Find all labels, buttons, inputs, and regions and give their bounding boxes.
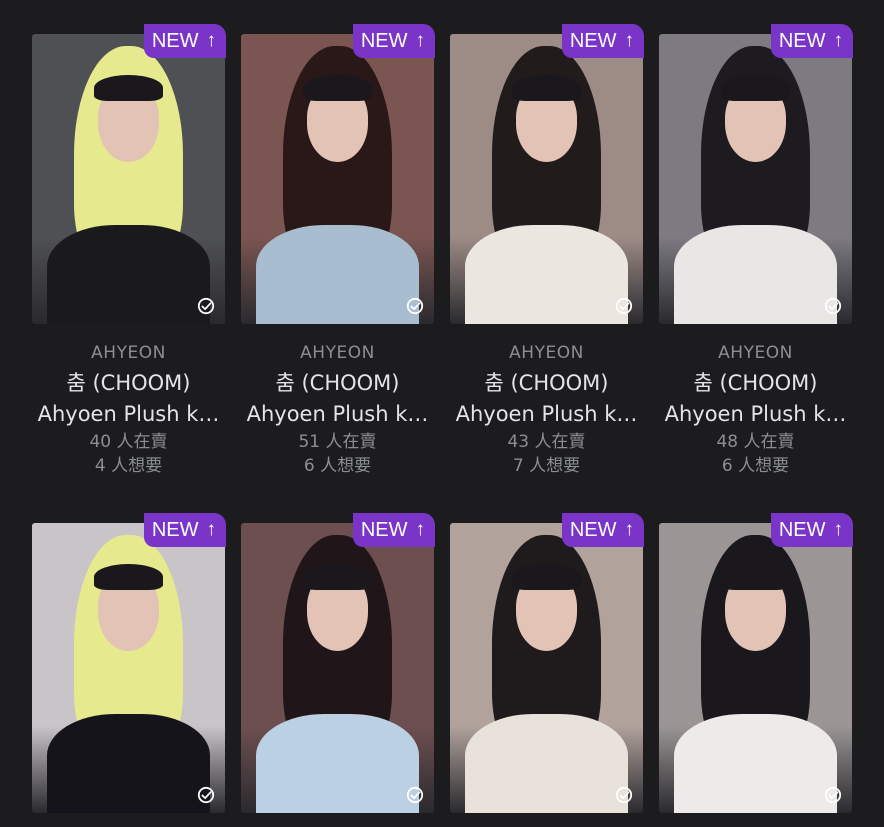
photo-bangs xyxy=(511,74,582,101)
card-meta: AHYEON 춤 (CHOOM) Ahyoen Plush k… 40 人在賣 … xyxy=(26,342,231,478)
photocard-image[interactable] xyxy=(659,34,852,324)
new-badge-label: NEW xyxy=(151,30,199,52)
artist-name: AHYEON xyxy=(718,343,793,363)
check-circle-icon[interactable] xyxy=(824,297,842,315)
check-circle-icon[interactable] xyxy=(197,297,215,315)
new-badge-label: NEW xyxy=(151,519,199,541)
photocard-image[interactable] xyxy=(32,523,225,813)
new-badge: NEW ↑ xyxy=(352,513,435,547)
wanting-count: 7 人想要 xyxy=(512,456,581,476)
artist-name: AHYEON xyxy=(300,343,375,363)
new-badge: NEW ↑ xyxy=(770,24,853,58)
album-name: 춤 (CHOOM) xyxy=(484,371,609,395)
photocard-image[interactable] xyxy=(659,523,852,813)
artist-name: AHYEON xyxy=(91,343,166,363)
check-circle-icon[interactable] xyxy=(615,297,633,315)
wanting-count: 6 人想要 xyxy=(303,456,372,476)
selling-count: 48 人在賣 xyxy=(716,432,795,452)
card-meta: AHYEON 춤 (CHOOM) Ahyoen Plush k… 48 人在賣 … xyxy=(653,342,858,478)
new-badge-label: NEW xyxy=(778,30,826,52)
card-title: Ahyoen Plush k… xyxy=(246,402,429,426)
album-name: 춤 (CHOOM) xyxy=(66,371,191,395)
wanting-count: 6 人想要 xyxy=(721,456,790,476)
new-badge: NEW ↑ xyxy=(143,513,226,547)
arrow-up-icon: ↑ xyxy=(833,30,844,51)
photo-bangs xyxy=(93,74,164,101)
photo-bangs xyxy=(302,563,373,590)
photo-outfit xyxy=(256,714,419,813)
new-badge-label: NEW xyxy=(360,30,408,52)
arrow-up-icon: ↑ xyxy=(206,30,217,51)
artist-name: AHYEON xyxy=(509,343,584,363)
arrow-up-icon: ↑ xyxy=(833,519,844,540)
arrow-up-icon: ↑ xyxy=(415,30,426,51)
photo-bangs xyxy=(720,563,791,590)
selling-count: 40 人在賣 xyxy=(89,432,168,452)
card-title: Ahyoen Plush k… xyxy=(455,402,638,426)
new-badge-label: NEW xyxy=(569,519,617,541)
photo-outfit xyxy=(465,225,628,324)
photo-outfit xyxy=(47,225,210,324)
photo-outfit xyxy=(47,714,210,813)
new-badge: NEW ↑ xyxy=(143,24,226,58)
photo-bangs xyxy=(720,74,791,101)
card-title: Ahyoen Plush k… xyxy=(664,402,847,426)
photocard-image[interactable] xyxy=(450,523,643,813)
photocard-image[interactable] xyxy=(241,523,434,813)
new-badge-label: NEW xyxy=(569,30,617,52)
wanting-count: 4 人想要 xyxy=(94,456,163,476)
new-badge: NEW ↑ xyxy=(352,24,435,58)
photo-bangs xyxy=(93,563,164,590)
new-badge: NEW ↑ xyxy=(561,513,644,547)
photocard-image[interactable] xyxy=(450,34,643,324)
check-circle-icon[interactable] xyxy=(615,786,633,804)
selling-count: 51 人在賣 xyxy=(298,432,377,452)
arrow-up-icon: ↑ xyxy=(415,519,426,540)
arrow-up-icon: ↑ xyxy=(624,519,635,540)
photocard-grid: NEW ↑ AHYEON 춤 (CHOOM) Ahyoen Plush k… 40… xyxy=(0,0,884,827)
new-badge: NEW ↑ xyxy=(561,24,644,58)
photo-outfit xyxy=(465,714,628,813)
card-meta: AHYEON 춤 (CHOOM) Ahyoen Plush k… 51 人在賣 … xyxy=(235,342,440,478)
card-meta: AHYEON 춤 (CHOOM) Ahyoen Plush k… 43 人在賣 … xyxy=(444,342,649,478)
new-badge-label: NEW xyxy=(360,519,408,541)
check-circle-icon[interactable] xyxy=(406,786,424,804)
check-circle-icon[interactable] xyxy=(197,786,215,804)
check-circle-icon[interactable] xyxy=(824,786,842,804)
check-circle-icon[interactable] xyxy=(406,297,424,315)
new-badge-label: NEW xyxy=(778,519,826,541)
photocard-image[interactable] xyxy=(241,34,434,324)
album-name: 춤 (CHOOM) xyxy=(275,371,400,395)
new-badge: NEW ↑ xyxy=(770,513,853,547)
card-title: Ahyoen Plush k… xyxy=(37,402,220,426)
photo-bangs xyxy=(302,74,373,101)
photo-outfit xyxy=(256,225,419,324)
selling-count: 43 人在賣 xyxy=(507,432,586,452)
photo-outfit xyxy=(674,225,837,324)
arrow-up-icon: ↑ xyxy=(206,519,217,540)
album-name: 춤 (CHOOM) xyxy=(693,371,818,395)
arrow-up-icon: ↑ xyxy=(624,30,635,51)
photo-bangs xyxy=(511,563,582,590)
photocard-image[interactable] xyxy=(32,34,225,324)
photo-outfit xyxy=(674,714,837,813)
